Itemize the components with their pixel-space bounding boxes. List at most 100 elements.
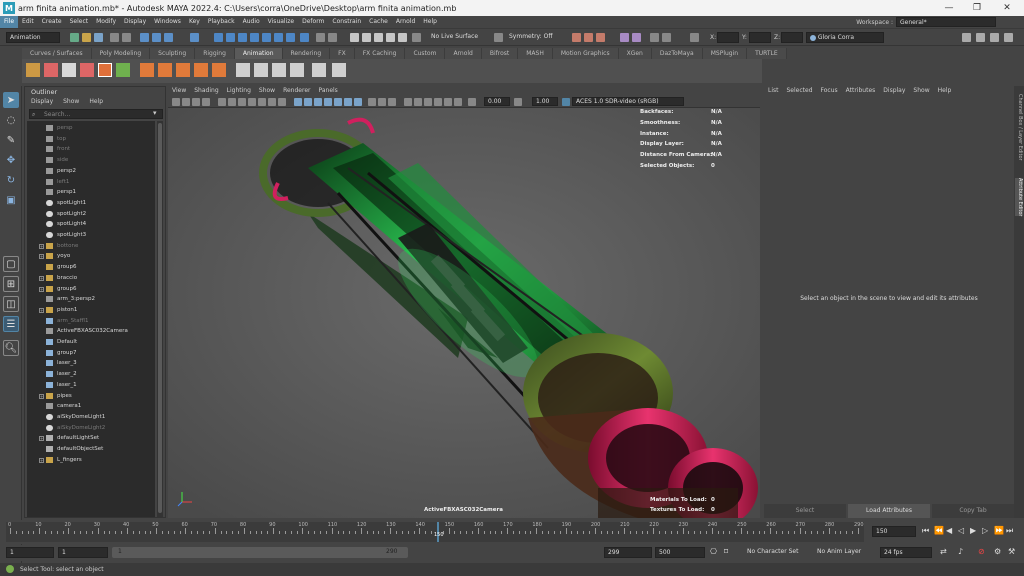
scale-constraint-icon[interactable]	[272, 63, 286, 77]
heads-up-icon[interactable]	[454, 98, 462, 106]
orient-constraint-icon[interactable]	[254, 63, 268, 77]
outliner-item[interactable]: persp1	[27, 187, 155, 198]
menu-visualize[interactable]: Visualize	[264, 16, 298, 28]
go-to-end-icon[interactable]: ⏭	[1006, 526, 1013, 536]
wireframe-icon[interactable]	[294, 98, 302, 106]
menu-key[interactable]: Key	[185, 16, 204, 28]
layout-icon[interactable]	[962, 33, 971, 42]
attr-menu-attributes[interactable]: Attributes	[842, 86, 880, 96]
exposure-field[interactable]: 0.00	[484, 97, 510, 106]
outliner-item[interactable]: spotLight2	[27, 209, 155, 220]
outliner-item[interactable]: group7	[27, 348, 155, 359]
construction-icon[interactable]	[328, 33, 337, 42]
attribute-editor-tab[interactable]: Attribute Editor	[1015, 178, 1023, 217]
auto-keyframe-icon[interactable]: ⊘	[978, 547, 985, 556]
default-material-icon[interactable]	[314, 98, 322, 106]
show-attribute-icon[interactable]	[572, 33, 581, 42]
animation-end-field[interactable]: 500	[655, 547, 705, 558]
viewport-menu-shading[interactable]: Shading	[190, 86, 222, 96]
backface-icon[interactable]	[444, 98, 452, 106]
four-pane-icon[interactable]: ⊞	[3, 276, 19, 292]
motion-trail-icon[interactable]	[62, 63, 76, 77]
rotate-tool-icon[interactable]: ↻	[3, 172, 19, 188]
character-controls-icon[interactable]	[632, 33, 641, 42]
outliner-item[interactable]: spotLight1	[27, 198, 155, 209]
isolate-select-icon[interactable]	[414, 98, 422, 106]
depth-of-field-icon[interactable]	[404, 98, 412, 106]
attr-menu-help[interactable]: Help	[934, 86, 956, 96]
outliner-item[interactable]: + braccio	[27, 273, 155, 284]
maximize-button[interactable]: ❐	[962, 0, 992, 16]
copy-tab-button[interactable]: Copy Tab	[932, 504, 1014, 518]
shelf-tab-daztomaya[interactable]: DazToMaya	[651, 48, 703, 59]
open-scene-icon[interactable]	[82, 33, 91, 42]
shelf-tab-curves-surfaces[interactable]: Curves / Surfaces	[22, 48, 92, 59]
attr-menu-selected[interactable]: Selected	[783, 86, 817, 96]
outliner-item[interactable]: side	[27, 155, 155, 166]
select-tool-icon[interactable]: ➤	[3, 92, 19, 108]
wireframe-on-shaded-icon[interactable]	[324, 98, 332, 106]
outliner-item[interactable]: + group6	[27, 284, 155, 295]
auto-key-icon[interactable]: ⎔	[710, 547, 717, 556]
exposure-icon[interactable]	[468, 98, 476, 106]
constraint-parent-icon[interactable]	[212, 63, 226, 77]
step-forward-key-icon[interactable]: ⏩	[994, 526, 1004, 535]
select-component-icon[interactable]	[164, 33, 173, 42]
character-set-dropdown[interactable]: No Character Set	[744, 547, 810, 558]
sculpting-icon[interactable]	[662, 33, 671, 42]
color-management-icon[interactable]	[562, 98, 570, 106]
outliner-item[interactable]: Default	[27, 337, 155, 348]
y-field[interactable]	[749, 32, 771, 43]
anim-layer-dropdown[interactable]: No Anim Layer	[814, 547, 876, 558]
attr-menu-show[interactable]: Show	[909, 86, 933, 96]
shelf-tab-arnold[interactable]: Arnold	[445, 48, 482, 59]
image-plane-icon[interactable]	[202, 98, 210, 106]
outliner-item[interactable]: + pipes	[27, 391, 155, 402]
outliner-item[interactable]: + bottone	[27, 241, 155, 252]
expand-icon[interactable]: +	[39, 286, 44, 292]
gamma-field[interactable]: 1.00	[532, 97, 558, 106]
play-forward-icon[interactable]: ▶︎	[970, 526, 976, 535]
outliner-pane-icon[interactable]: ☰	[3, 316, 19, 332]
expand-icon[interactable]: +	[39, 254, 44, 260]
menu-deform[interactable]: Deform	[298, 16, 328, 28]
ambient-occlusion-icon[interactable]	[368, 98, 376, 106]
shelf-tab-fx[interactable]: FX	[330, 48, 355, 59]
outliner-item[interactable]: laser_3	[27, 358, 155, 369]
x-field[interactable]	[717, 32, 739, 43]
set-key-icon[interactable]	[44, 63, 58, 77]
outliner-item[interactable]: + L_fingers	[27, 455, 155, 466]
aim-constraint-icon[interactable]	[290, 63, 304, 77]
attr-menu-focus[interactable]: Focus	[817, 86, 842, 96]
xray-joints-icon[interactable]	[434, 98, 442, 106]
dope-sheet-icon[interactable]	[116, 63, 130, 77]
outliner-item[interactable]: laser_1	[27, 380, 155, 391]
toggle-outliner-icon[interactable]	[990, 33, 999, 42]
joint-icon[interactable]	[140, 63, 154, 77]
select-hierarchy-icon[interactable]	[140, 33, 149, 42]
expand-icon[interactable]: +	[39, 243, 44, 249]
film-gate-icon[interactable]	[228, 98, 236, 106]
step-back-frame-icon[interactable]: ◀︎	[946, 526, 952, 535]
outliner-menu-show[interactable]: Show	[63, 98, 79, 105]
menu-playback[interactable]: Playback	[204, 16, 239, 28]
outliner-item[interactable]: top	[27, 134, 155, 145]
resolution-gate-icon[interactable]	[238, 98, 246, 106]
channel-box-icon[interactable]	[584, 33, 593, 42]
motion-blur-icon[interactable]	[378, 98, 386, 106]
snap-normal-icon[interactable]	[300, 33, 309, 42]
anti-aliasing-icon[interactable]	[388, 98, 396, 106]
snap-vertex-icon[interactable]	[274, 33, 283, 42]
shelf-tab-animation[interactable]: Animation	[234, 48, 283, 59]
menu-help[interactable]: Help	[419, 16, 441, 28]
symmetry-dropdown[interactable]: Symmetry: Off	[506, 32, 556, 43]
keyframe-icon[interactable]	[26, 63, 40, 77]
live-surface-icon[interactable]	[412, 33, 421, 42]
play-back-icon[interactable]: ◁	[958, 526, 964, 535]
shelf-tab-msplugin[interactable]: MSPlugin	[702, 48, 748, 59]
textured-icon[interactable]	[334, 98, 342, 106]
expand-icon[interactable]: +	[39, 393, 44, 399]
safe-action-icon[interactable]	[268, 98, 276, 106]
bookmarks-icon[interactable]	[192, 98, 200, 106]
undo-icon[interactable]	[110, 33, 119, 42]
